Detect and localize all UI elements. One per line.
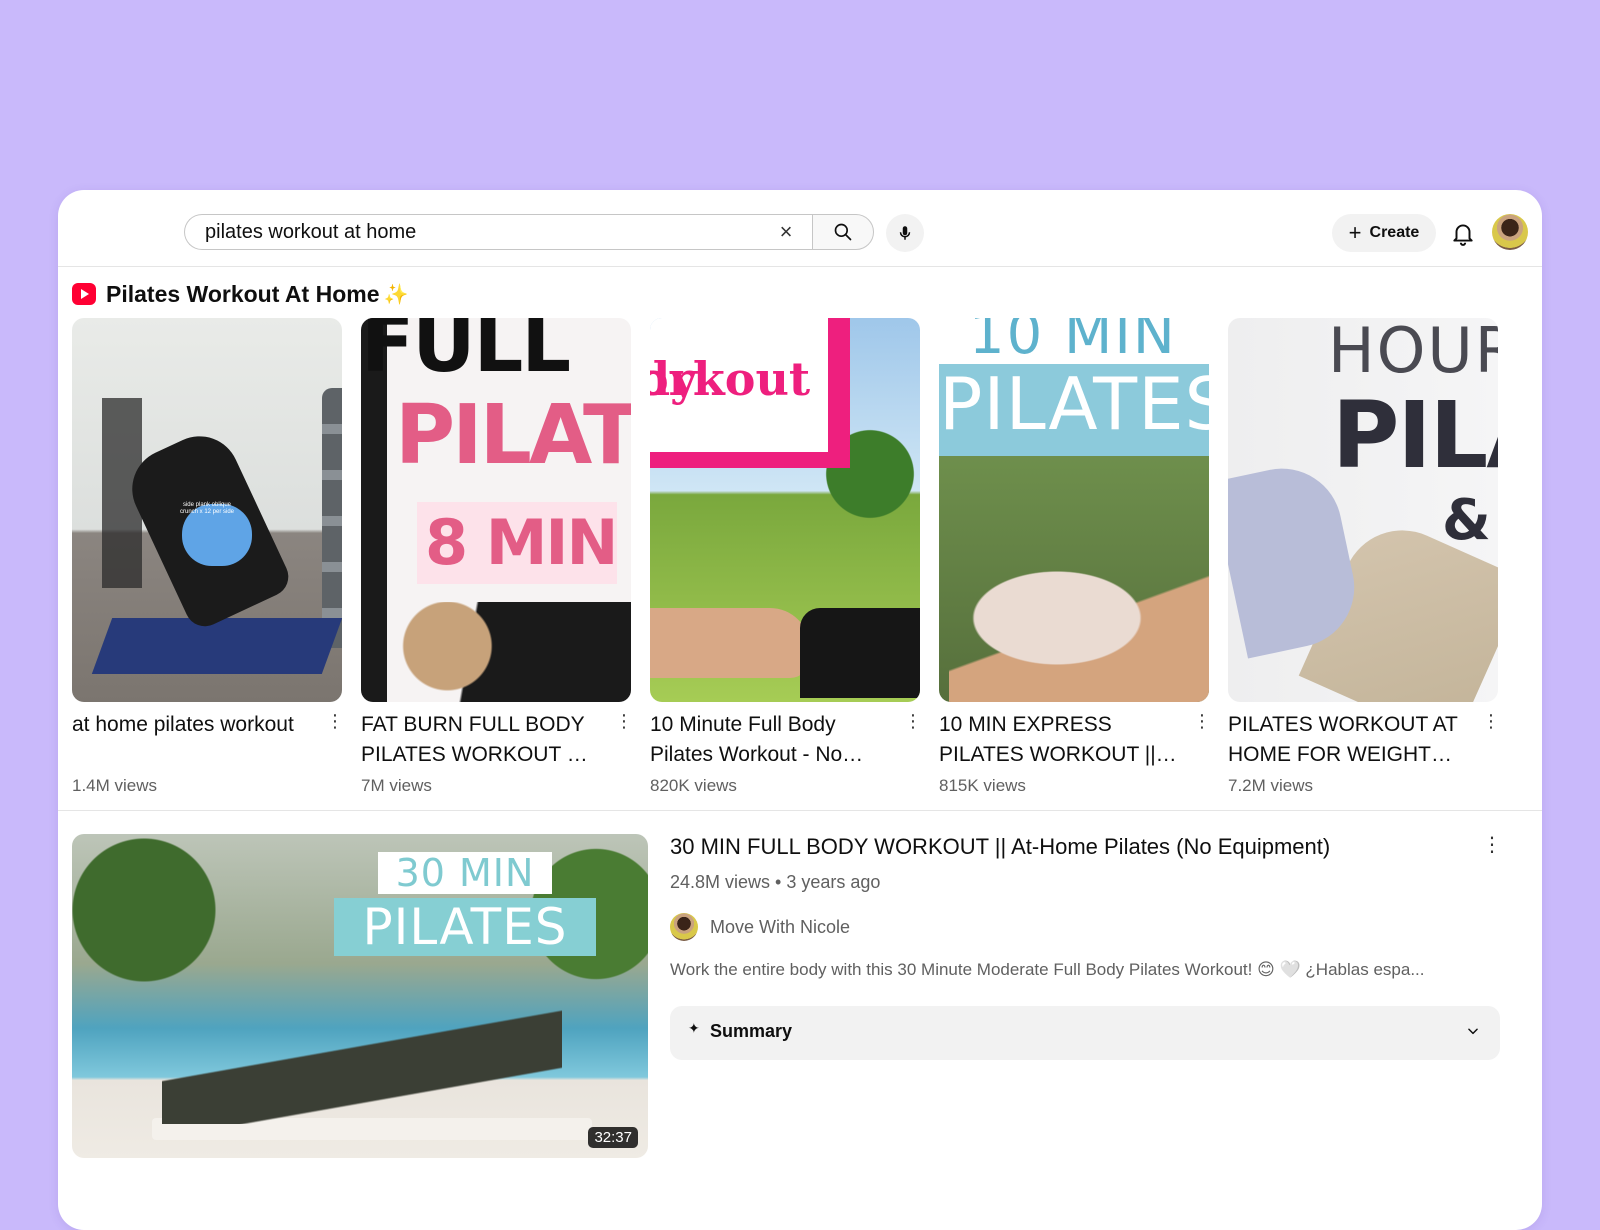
shelf-header: Pilates Workout At Home ✨ (72, 278, 408, 310)
short-thumbnail[interactable]: HOUR PILA & (1228, 318, 1498, 702)
youtube-shorts-icon (72, 283, 96, 305)
kebab-icon[interactable]: ⋮ (904, 712, 922, 732)
bell-icon[interactable] (1450, 220, 1476, 246)
short-title[interactable]: at home pilates workout (72, 710, 312, 740)
create-label: Create (1369, 224, 1420, 241)
top-bar: × + Create (58, 190, 1542, 267)
video-meta: 24.8M views • 3 years ago (670, 872, 881, 892)
short-card[interactable]: HOUR PILA & PILATES WORKOUT AT HOME FOR … (1228, 318, 1500, 808)
short-card[interactable]: dy orkout 10 Minute Full Body Pilates Wor… (650, 318, 922, 808)
short-title[interactable]: 10 Minute Full Body Pilates Workout - No… (650, 710, 890, 770)
video-title[interactable]: 30 MIN FULL BODY WORKOUT || At-Home Pila… (670, 832, 1470, 862)
mic-icon (899, 226, 911, 240)
sparkle-icon: ✦ (688, 1020, 700, 1036)
short-card[interactable]: side plank oblique crunch x 12 per side … (72, 318, 344, 808)
short-card[interactable]: 10 MIN PILATES 10 MIN EXPRESS PILATES WO… (939, 318, 1211, 808)
channel-link[interactable]: Move With Nicole (670, 912, 850, 942)
short-title[interactable]: 10 MIN EXPRESS PILATES WORKOUT || A… (939, 710, 1179, 770)
chevron-down-icon (1468, 1028, 1478, 1035)
section-divider (58, 810, 1542, 811)
thumb-overlay-text: 30 MIN (395, 851, 535, 895)
short-views: 820K views (650, 776, 737, 795)
search-box[interactable]: × (184, 214, 812, 250)
kebab-icon[interactable]: ⋮ (1482, 712, 1500, 732)
short-thumbnail[interactable]: 10 MIN PILATES (939, 318, 1209, 702)
short-card[interactable]: FULL PILAT 8 MIN FAT BURN FULL BODY PILA… (361, 318, 633, 808)
short-views: 7M views (361, 776, 432, 795)
short-title[interactable]: PILATES WORKOUT AT HOME FOR WEIGHT… (1228, 710, 1468, 770)
sparkle-icon: ✨ (383, 283, 409, 306)
clear-icon[interactable]: × (774, 221, 798, 245)
video-description: Work the entire body with this 30 Minute… (670, 960, 1425, 979)
short-views: 1.4M views (72, 776, 158, 795)
voice-search-button[interactable] (886, 214, 924, 252)
short-thumbnail[interactable]: dy orkout (650, 318, 920, 702)
short-thumbnail[interactable]: FULL PILAT 8 MIN (361, 318, 631, 702)
create-button[interactable]: + Create (1332, 214, 1436, 252)
short-title[interactable]: FAT BURN FULL BODY PILATES WORKOUT 🔥 … (361, 710, 601, 770)
search-button[interactable] (812, 214, 874, 250)
kebab-icon[interactable]: ⋮ (326, 712, 344, 732)
kebab-icon[interactable]: ⋮ (1193, 712, 1211, 732)
thumb-overlay-text: PILATES (362, 898, 568, 956)
summary-label: Summary (710, 1021, 793, 1041)
shelf-title: Pilates Workout At Home (106, 280, 380, 307)
short-views: 815K views (939, 776, 1026, 795)
kebab-icon[interactable]: ⋮ (615, 712, 633, 732)
channel-avatar[interactable] (670, 913, 698, 941)
thumb-overlay-text: side plank oblique crunch x 12 per side (179, 502, 235, 515)
kebab-icon[interactable]: ⋮ (1482, 832, 1502, 857)
youtube-window: × + Create Pilates Workout At Home ✨ sid… (58, 190, 1542, 1230)
channel-name[interactable]: Move With Nicole (710, 917, 850, 938)
video-thumbnail[interactable]: 30 MIN PILATES 32:37 (72, 834, 648, 1158)
avatar[interactable] (1492, 214, 1528, 250)
shorts-row: side plank oblique crunch x 12 per side … (72, 318, 1528, 808)
search-icon (834, 223, 852, 241)
search-input[interactable] (203, 219, 747, 245)
short-thumbnail[interactable]: side plank oblique crunch x 12 per side (72, 318, 342, 702)
summary-toggle[interactable]: ✦ Summary (670, 1006, 1500, 1060)
short-views: 7.2M views (1228, 776, 1314, 795)
plus-icon: + (1348, 220, 1362, 245)
video-duration: 32:37 (588, 1127, 638, 1148)
